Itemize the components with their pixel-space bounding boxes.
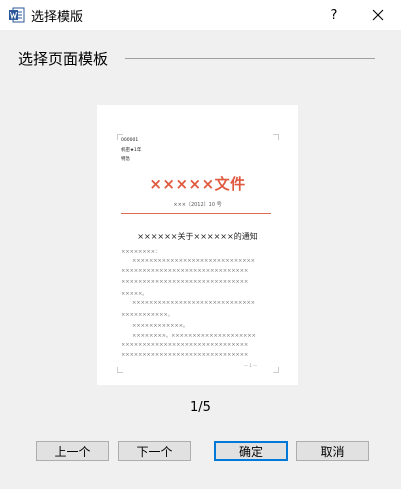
section-title: 选择页面模板 (18, 50, 109, 68)
page-corner-mark (117, 367, 123, 373)
preview-urgency: 特急 (121, 157, 130, 162)
preview-doc-title: ×××××文件 (149, 175, 246, 193)
preview-red-rule (121, 213, 271, 214)
prev-button[interactable]: 上一个 (36, 441, 109, 461)
preview-body-line: ×××××。 (121, 291, 148, 297)
help-button[interactable]: ? (322, 0, 346, 30)
preview-doc-number: ×××〔2012〕10 号 (173, 202, 222, 208)
preview-secret-level: 机密★1年 (121, 148, 142, 153)
preview-body-line: ×××××××××××××××××××××××××××××× (121, 352, 249, 358)
preview-page-footer: — 1 — (244, 363, 258, 368)
preview-body-line: ×××××××××××××××××××××××××××××× (121, 278, 249, 285)
preview-body-line: ×××××××××××××××××××××××××××××× (121, 341, 249, 348)
preview-body-line: ×××××××××××××××××××××××××××××× (121, 268, 249, 274)
preview-notice-title: ××××××关于××××××的通知 (137, 232, 258, 241)
page-corner-mark (273, 134, 279, 140)
next-button[interactable]: 下一个 (118, 441, 191, 461)
close-icon (372, 9, 384, 21)
preview-body-line: ×××××××××××。 (121, 312, 173, 318)
preview-body-line: ××××××××。×××××××××××××××××××× (132, 333, 256, 339)
preview-body-line: ××××××××××××××××××××××××××××× (132, 257, 255, 264)
preview-doc-serial: 000001 (121, 138, 139, 143)
window-title: 选择模版 (31, 10, 84, 25)
preview-body-line: ××××××××： (121, 249, 161, 255)
title-bar: 选择模版 ? (0, 0, 401, 30)
preview-body-line: ××××××××××××××××××××××××××××× (132, 299, 255, 306)
word-icon (9, 7, 25, 23)
section-divider (125, 58, 375, 59)
preview-body-line: ××××××××××××。 (132, 322, 188, 329)
template-preview: 000001 机密★1年 特急 ×××××文件 ×××〔2012〕10 号 ××… (97, 105, 298, 385)
close-button[interactable] (366, 0, 390, 30)
page-indicator: 1/5 (190, 400, 211, 415)
cancel-button[interactable]: 取消 (296, 441, 369, 461)
ok-button[interactable]: 确定 (214, 441, 288, 461)
page-corner-mark (273, 367, 279, 373)
